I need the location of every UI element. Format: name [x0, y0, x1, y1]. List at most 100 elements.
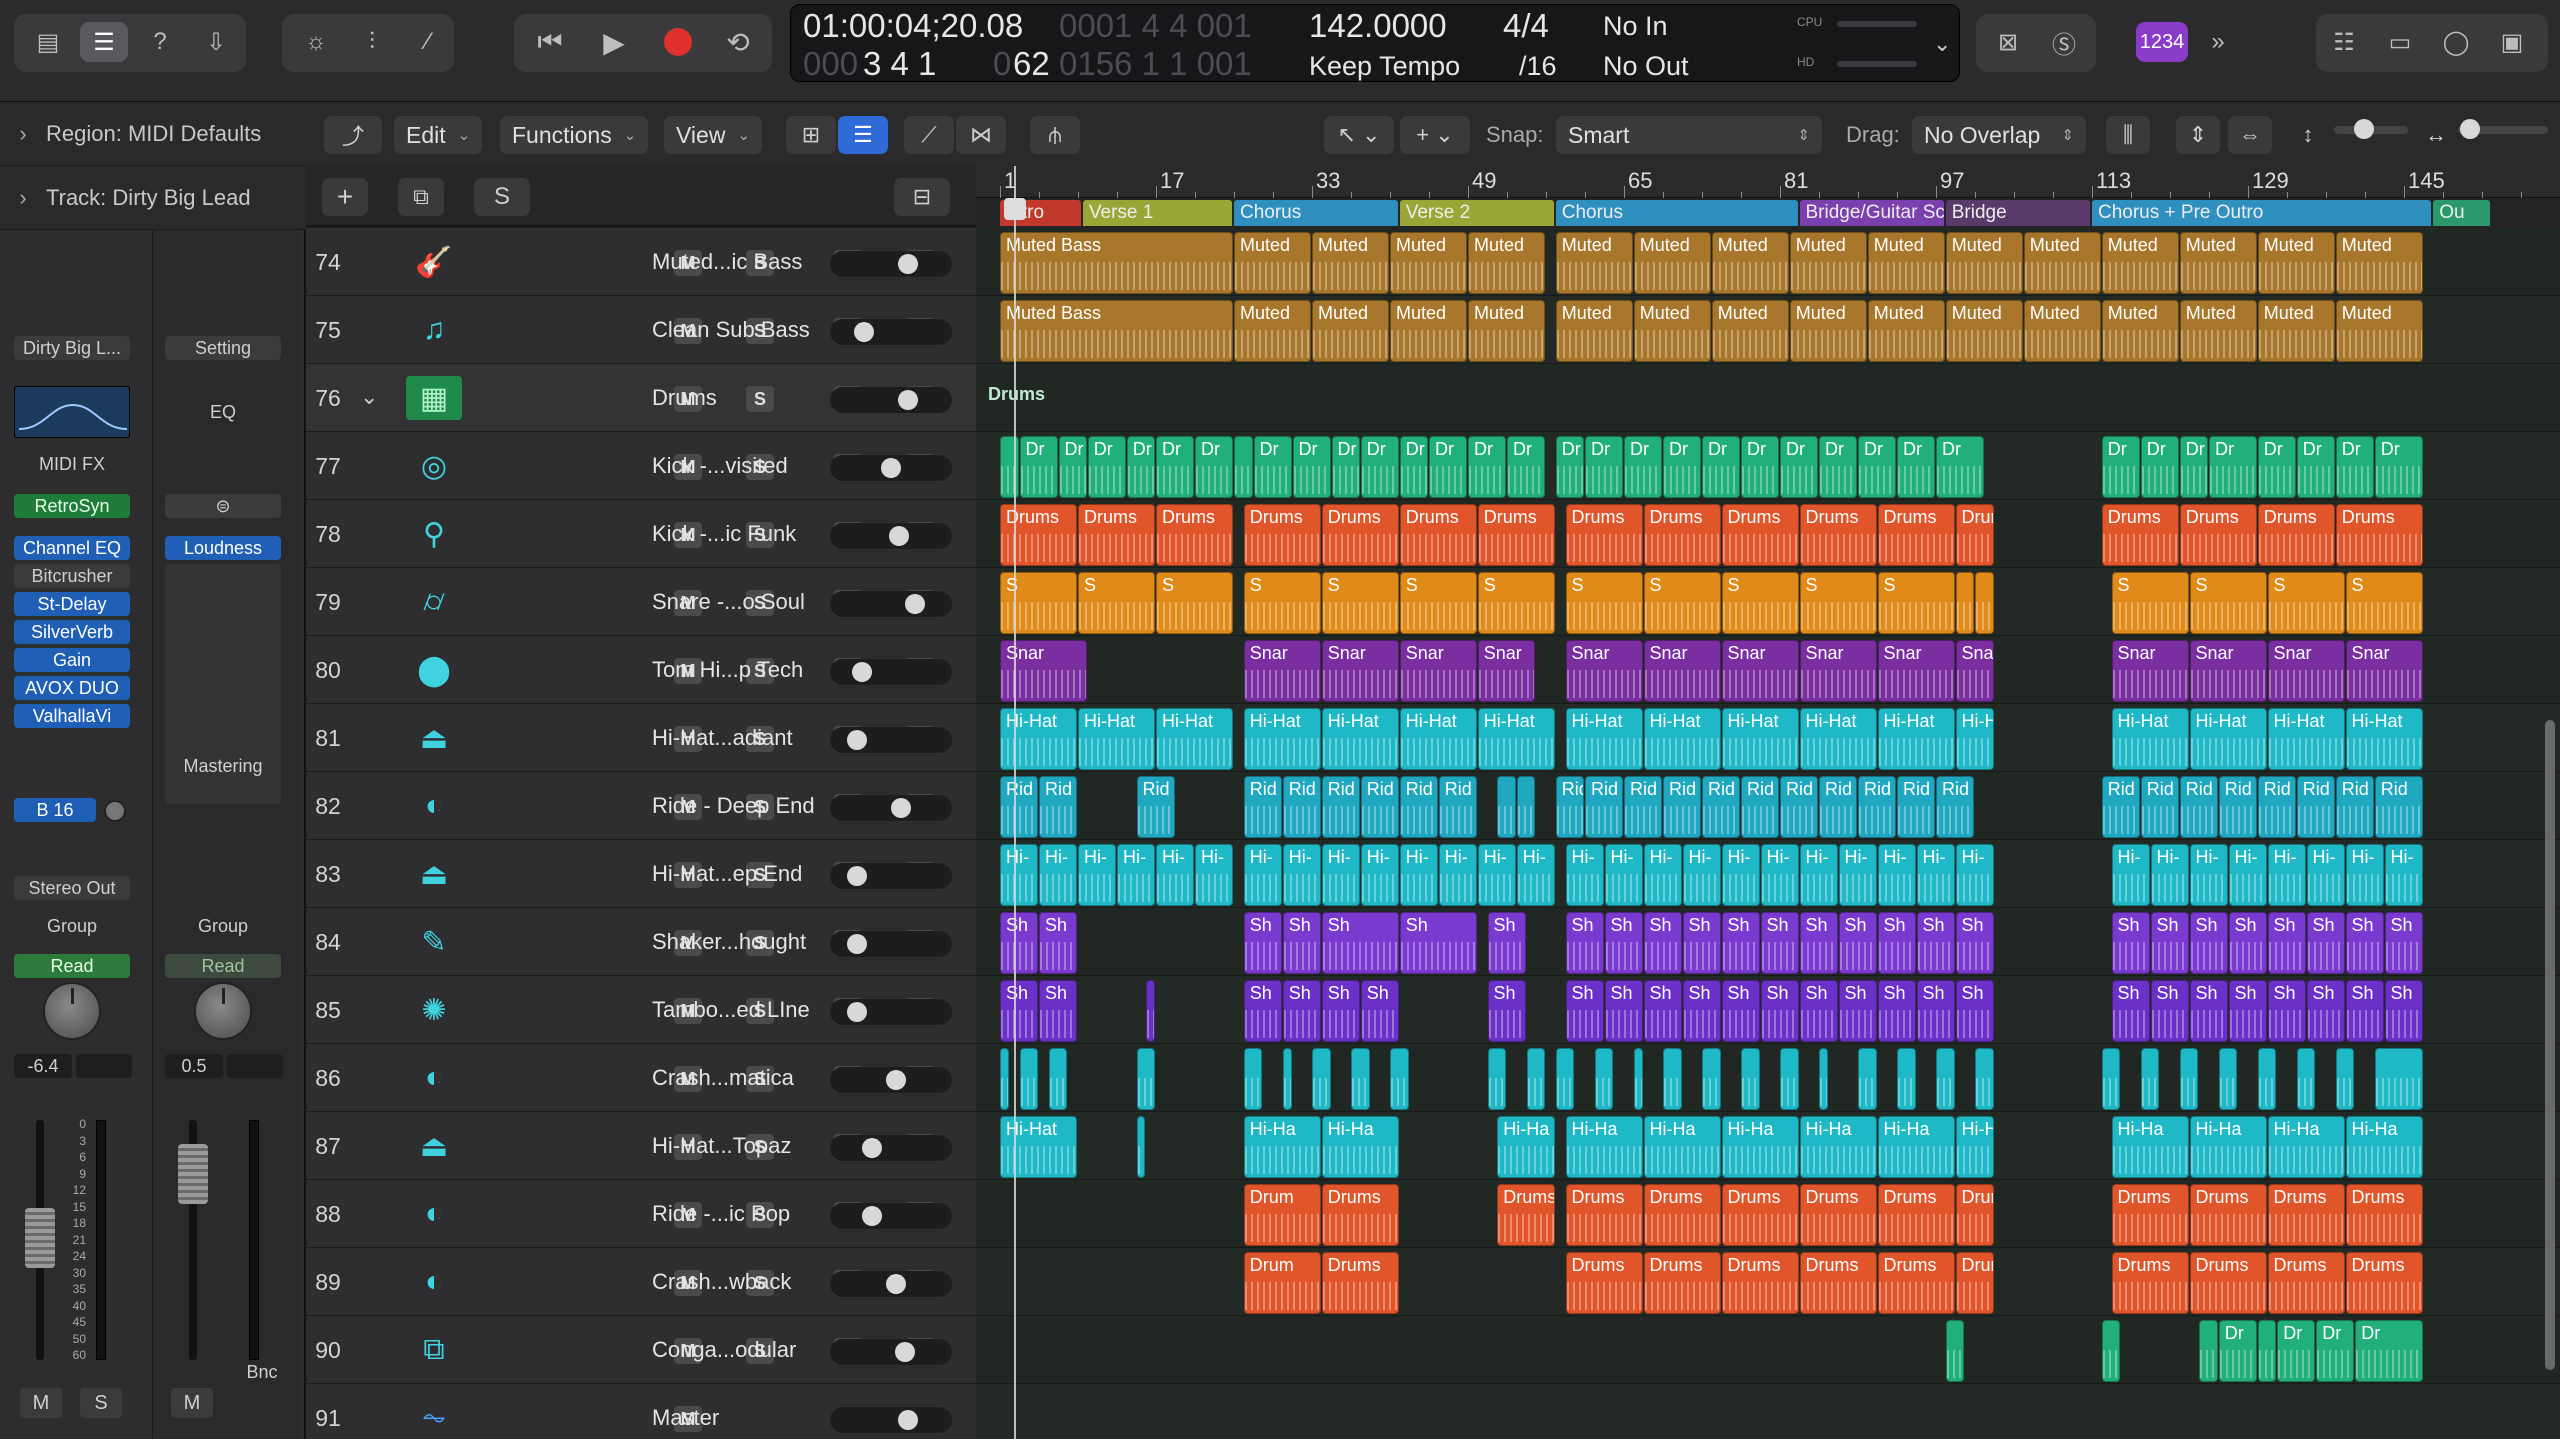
midi-region[interactable]: Muted	[1468, 232, 1545, 294]
track-volume-slider[interactable]	[830, 999, 952, 1025]
arrangement-marker[interactable]: Verse 1	[1082, 200, 1232, 226]
track-lane[interactable]	[976, 1044, 2560, 1112]
midi-region[interactable]: S	[2111, 572, 2189, 634]
midi-region[interactable]: S	[1877, 572, 1955, 634]
send-slot[interactable]: B 16	[14, 798, 96, 822]
track-volume-thumb[interactable]	[898, 254, 918, 274]
track-header[interactable]: 83⏏MSRIHi-Hat...ep End	[306, 840, 976, 908]
midi-region[interactable]: Hi-Hat	[1078, 708, 1155, 770]
time-signature[interactable]: 4/4	[1503, 7, 1549, 45]
track-volume-slider[interactable]	[830, 863, 952, 889]
midi-region[interactable]: Dr	[1585, 436, 1623, 498]
midi-region[interactable]: Hi-Hat	[1000, 1116, 1077, 1178]
midi-region[interactable]	[1780, 1048, 1799, 1110]
midi-region[interactable]: Dr	[1292, 436, 1331, 498]
track-volume-slider[interactable]	[830, 1271, 952, 1297]
help-icon[interactable]: ?	[136, 22, 184, 62]
midi-region[interactable]: Drums	[2111, 1252, 2189, 1314]
midi-region[interactable]	[1146, 980, 1155, 1042]
midi-region[interactable]: Muted	[2023, 232, 2101, 294]
midi-region[interactable]: Hi-	[2228, 844, 2267, 906]
midi-region[interactable]: Dr	[1741, 436, 1779, 498]
midi-region[interactable]: Hi-	[2345, 844, 2384, 906]
track-name[interactable]: Snare -...o Soul	[652, 568, 805, 636]
lcd-chevron-down-icon[interactable]: ⌄	[1933, 31, 1951, 57]
midi-region[interactable]: Hi-	[2189, 844, 2228, 906]
midi-region[interactable]	[2101, 1048, 2121, 1110]
midi-region[interactable]: Sh	[1760, 980, 1799, 1042]
midi-region[interactable]: Sh	[2189, 912, 2228, 974]
midi-region[interactable]: Drums	[1955, 504, 1994, 566]
midi-region[interactable]: Sh	[1243, 980, 1282, 1042]
midi-region[interactable]: Muted	[2101, 232, 2179, 294]
midi-region[interactable]: Sh	[1721, 912, 1760, 974]
master-fader-handle[interactable]	[178, 1144, 208, 1204]
midi-region[interactable]: Sh	[1282, 912, 1321, 974]
midi-region[interactable]: Sh	[1838, 912, 1877, 974]
midi-region[interactable]: Muted	[1711, 232, 1789, 294]
midi-region[interactable]: Sh	[2111, 912, 2150, 974]
midi-region[interactable]: Dr	[1156, 436, 1194, 498]
midi-region[interactable]	[1136, 1048, 1155, 1110]
midi-region[interactable]: Muted	[1234, 232, 1311, 294]
midi-region[interactable]	[2374, 1048, 2423, 1110]
midi-region[interactable]: Dr	[1897, 436, 1935, 498]
track-lane[interactable]: Drum Drums Drums Drums Drums Drums Drums Drums D…	[976, 1248, 2560, 1316]
midi-region[interactable]: Hi-	[1916, 844, 1955, 906]
track-header[interactable]: 91 ⏦ M Master	[306, 1384, 976, 1439]
midi-region[interactable]	[1741, 1048, 1760, 1110]
track-header[interactable]: 81⏏MSRIHi-Hat...adiant	[306, 704, 976, 772]
midi-region[interactable]: Sh	[1955, 980, 1994, 1042]
midi-region[interactable]: Rid	[1438, 776, 1477, 838]
track-lane[interactable]: SSSSSSSSSSSSSSSS	[976, 568, 2560, 636]
cycle-icon[interactable]: ⟲	[714, 22, 762, 62]
midi-region[interactable]: Rid	[1624, 776, 1662, 838]
midi-region[interactable]: Dr	[1126, 436, 1155, 498]
midi-region[interactable]: Sh	[1916, 912, 1955, 974]
midi-region[interactable]: Muted	[2335, 232, 2423, 294]
midi-region[interactable]: Snar	[2267, 640, 2345, 702]
midi-region[interactable]: Drums	[1721, 1252, 1799, 1314]
midi-region[interactable]: Hi-Ha	[1321, 1116, 1399, 1178]
track-name[interactable]: Ride - Deep End	[652, 772, 815, 840]
midi-region[interactable]: Snar	[2189, 640, 2267, 702]
midi-region[interactable]: Sh	[1487, 912, 1526, 974]
track-volume-slider[interactable]	[830, 523, 952, 549]
midi-region[interactable]: Drums	[1877, 1184, 1955, 1246]
track-volume-thumb[interactable]	[847, 866, 867, 886]
track-name[interactable]: Kick -...visited	[652, 432, 788, 500]
midi-region[interactable]: Drums	[1955, 1252, 1994, 1314]
playhead[interactable]	[1014, 166, 1016, 1439]
arrangement-marker[interactable]: Chorus	[1555, 200, 1798, 226]
track-name[interactable]: Crash...matica	[652, 1044, 794, 1112]
midi-region[interactable]: Muted	[2179, 300, 2257, 362]
midi-region[interactable]: Dr	[2335, 436, 2374, 498]
midi-region[interactable]: Hi-Hat	[1156, 708, 1233, 770]
play-icon[interactable]: ▶	[590, 22, 638, 62]
midi-region[interactable]: Hi-	[1438, 844, 1477, 906]
midi-region[interactable]: Muted	[1390, 300, 1467, 362]
vertical-fit-icon[interactable]: ⇕	[2176, 116, 2220, 154]
midi-region[interactable]: Hi-Ha	[2189, 1116, 2267, 1178]
midi-region[interactable]: Sh	[1721, 980, 1760, 1042]
midi-region[interactable]	[1282, 1048, 1292, 1110]
midi-region[interactable]	[2296, 1048, 2316, 1110]
midi-region[interactable]: Sh	[1799, 980, 1838, 1042]
midi-region[interactable]: Hi-Hat	[1955, 708, 1994, 770]
midi-region[interactable]: Muted	[2257, 300, 2335, 362]
midi-region[interactable]: S	[2345, 572, 2423, 634]
midi-region[interactable]: Sh	[1039, 912, 1077, 974]
midi-region[interactable]: Snar	[2111, 640, 2189, 702]
midi-region[interactable]: Snar	[2345, 640, 2423, 702]
midi-region[interactable]: Sh	[1955, 912, 1994, 974]
midi-region[interactable]: Dr	[1468, 436, 1506, 498]
midi-region[interactable]: Hi-Hat	[1799, 708, 1877, 770]
midi-region[interactable]: Rid	[1136, 776, 1175, 838]
midi-region[interactable]	[1858, 1048, 1877, 1110]
midi-region[interactable]: Drums	[1321, 1252, 1399, 1314]
track-volume-thumb[interactable]	[854, 322, 874, 342]
track-volume-thumb[interactable]	[895, 1342, 915, 1362]
midi-region[interactable]: Muted	[1555, 232, 1633, 294]
midi-region[interactable]: Dr	[1663, 436, 1701, 498]
midi-region[interactable]: Muted	[1390, 232, 1467, 294]
